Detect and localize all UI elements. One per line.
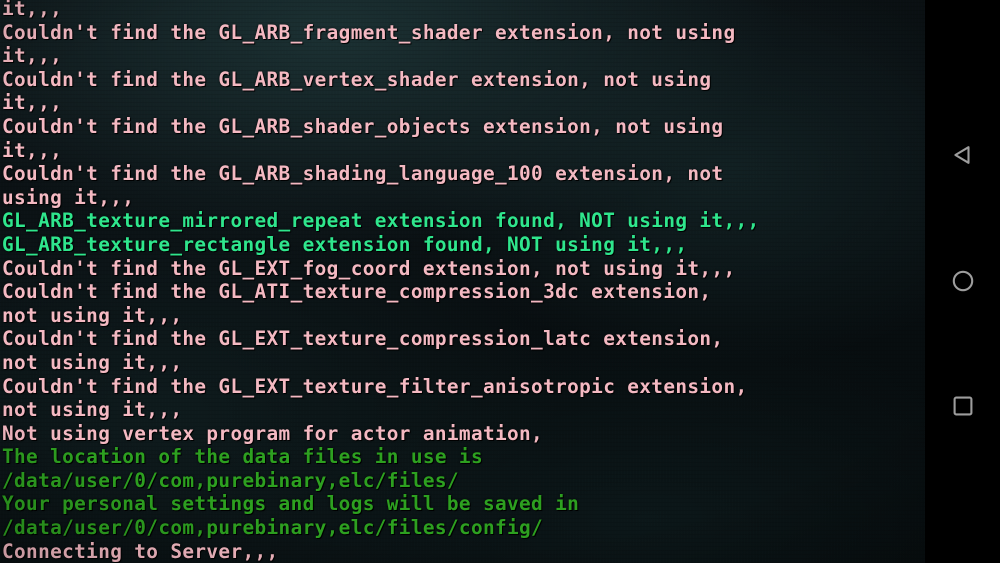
console-log-line: GL_ARB_texture_mirrored_repeat extension… [2,209,760,233]
android-navigation-bar [925,0,1000,563]
console-log-line: not using it,,, [2,303,183,327]
console-log-line: Couldn't find the GL_EXT_fog_coord exten… [2,256,736,280]
console-log-line: Couldn't find the GL_ATI_texture_compres… [2,280,712,304]
game-console-viewport[interactable]: it,,, Couldn't find the GL_ARB_fragment_s… [0,0,925,563]
console-log-line: it,,, [2,0,63,20]
console-log-line: Couldn't find the GL_ARB_fragment_shader… [2,20,736,44]
nav-home-button[interactable] [937,255,989,307]
console-log-line: Not using vertex program for actor anima… [2,421,544,445]
console-log-line: The location of the data files in use is [2,445,483,469]
console-log-line: Your personal settings and logs will be … [2,492,580,516]
circle-icon [948,266,978,296]
console-log-line: it,,, [2,44,63,68]
console-log-line: Couldn't find the GL_ARB_shading_languag… [2,162,724,186]
nav-recents-button[interactable] [937,380,989,432]
square-icon [948,391,978,421]
console-log-list: it,,, Couldn't find the GL_ARB_fragment_s… [0,0,925,563]
console-log-line: it,,, [2,138,63,162]
console-log-line: not using it,,, [2,398,183,422]
nav-back-button[interactable] [937,129,989,181]
console-log-line: it,,, [2,91,63,115]
console-log-line: Couldn't find the GL_EXT_texture_filter_… [2,374,748,398]
console-log-line: Couldn't find the GL_ARB_shader_objects … [2,114,724,138]
console-log-line: /data/user/0/com,purebinary,elc/files/co… [2,516,544,540]
console-log-line: using it,,, [2,185,135,209]
console-log-line: /data/user/0/com,purebinary,elc/files/ [2,468,459,492]
console-log-line: Couldn't find the GL_EXT_texture_compres… [2,327,724,351]
console-log-line: Couldn't find the GL_ARB_vertex_shader e… [2,67,712,91]
device-screen: it,,, Couldn't find the GL_ARB_fragment_s… [0,0,1000,563]
console-log-line: not using it,,, [2,350,183,374]
console-log-line: Connecting to Server,,, [2,539,279,563]
console-log-line: GL_ARB_texture_rectangle extension found… [2,232,688,256]
triangle-left-icon [948,140,978,170]
